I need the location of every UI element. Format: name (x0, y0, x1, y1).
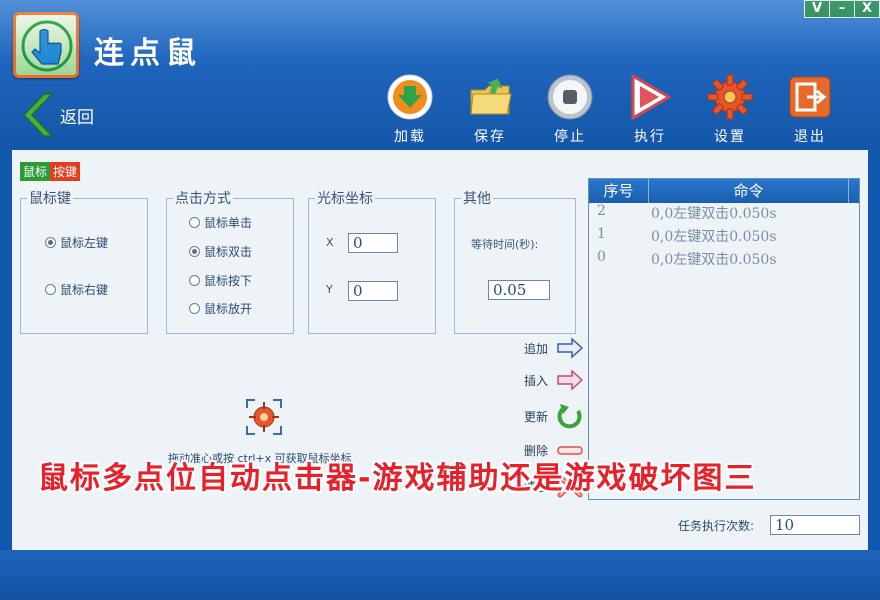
mode-tab-key: 按键 (50, 162, 81, 181)
radio-dot (189, 246, 200, 257)
crosshair-icon (246, 399, 282, 435)
exit-icon (785, 72, 835, 122)
radio-mouse-up[interactable]: 鼠标放开 (189, 300, 252, 317)
append-arrow-icon (557, 337, 584, 359)
window-controls: V – X (804, 0, 880, 18)
radio-right-button[interactable]: 鼠标右键 (45, 281, 108, 298)
stop-icon (545, 72, 595, 122)
y-coord-field[interactable]: 0 (348, 281, 398, 301)
app-title: 连点鼠 (94, 36, 202, 71)
radio-dot (45, 237, 56, 248)
back-label: 返回 (60, 107, 94, 128)
toolbar: 加载 保存 停止 执行 设置 退出 (370, 72, 850, 146)
load-button[interactable]: 加载 (370, 72, 450, 146)
task-count-field[interactable]: 10 (770, 515, 860, 535)
crosshair-handle[interactable] (245, 398, 283, 436)
col-index: 序号 (589, 179, 649, 203)
watermark-caption: 鼠标多点位自动点击器-游戏辅助还是游戏破坏图三 (38, 461, 757, 496)
app-logo (13, 12, 79, 78)
col-command: 命令 (649, 179, 849, 203)
y-label: Y (326, 283, 333, 296)
radio-mouse-down[interactable]: 鼠标按下 (189, 272, 252, 289)
radio-dot (45, 284, 56, 295)
task-count-label: 任务执行次数: (678, 519, 755, 533)
cursor-coords-legend: 光标坐标 (317, 191, 373, 207)
x-coord-field[interactable]: 0 (348, 233, 398, 253)
radio-double-click[interactable]: 鼠标双击 (189, 243, 252, 260)
mouse-key-legend: 鼠标键 (29, 191, 71, 207)
main-panel: 鼠标 按键 鼠标键 鼠标左键 鼠标右键 点击方式 鼠标单击 鼠标双击 鼠标按下 (12, 150, 868, 550)
exit-button[interactable]: 退出 (770, 72, 850, 146)
table-row[interactable]: 1 0,0左键双击0.050s (589, 226, 859, 249)
radio-single-click[interactable]: 鼠标单击 (189, 214, 252, 231)
play-icon (625, 72, 675, 122)
other-group: 其他 (454, 188, 576, 334)
command-table-header: 序号 命令 (589, 179, 859, 203)
mode-tab-mouse: 鼠标 (20, 162, 51, 181)
table-row[interactable]: 2 0,0左键双击0.050s (589, 203, 859, 226)
cursor-coords-group: 光标坐标 (308, 188, 436, 334)
close-button[interactable]: X (854, 0, 880, 18)
radio-left-button[interactable]: 鼠标左键 (45, 234, 108, 251)
save-button[interactable]: 保存 (450, 72, 530, 146)
execute-button[interactable]: 执行 (610, 72, 690, 146)
command-table: 序号 命令 2 0,0左键双击0.050s 1 0,0左键双击0.050s 0 … (588, 178, 860, 500)
refresh-icon (557, 404, 582, 429)
back-button[interactable]: 返回 (18, 92, 94, 138)
wait-time-field[interactable]: 0.05 (488, 280, 550, 300)
append-button[interactable]: 追加 (524, 337, 584, 359)
other-legend: 其他 (463, 191, 491, 207)
radio-dot (189, 303, 200, 314)
x-label: X (326, 236, 334, 249)
load-icon (385, 72, 435, 122)
table-row[interactable]: 0 0,0左键双击0.050s (589, 249, 859, 272)
settings-button[interactable]: 设置 (690, 72, 770, 146)
wait-time-label: 等待时间(秒): (471, 238, 539, 251)
back-arrow-icon (22, 93, 54, 137)
mode-tab[interactable]: 鼠标 按键 (20, 162, 81, 181)
minimize-to-tray-button[interactable]: V (804, 0, 830, 18)
update-button[interactable]: 更新 (524, 403, 584, 429)
gear-icon (705, 72, 755, 122)
footer-bar (0, 550, 880, 600)
app-window: 连点鼠 V – X 返回 加载 保存 停止 执行 设置 退出 鼠标 按键 鼠标键… (0, 0, 880, 600)
radio-dot (189, 217, 200, 228)
stop-button[interactable]: 停止 (530, 72, 610, 146)
radio-dot (189, 275, 200, 286)
click-mode-legend: 点击方式 (175, 191, 231, 207)
minimize-button[interactable]: – (829, 0, 855, 18)
insert-arrow-icon (557, 369, 584, 391)
title-header: 连点鼠 V – X 返回 加载 保存 停止 执行 设置 退出 (0, 0, 880, 150)
mouse-key-group: 鼠标键 (20, 188, 148, 334)
save-icon (465, 72, 515, 122)
insert-button[interactable]: 插入 (524, 369, 584, 391)
